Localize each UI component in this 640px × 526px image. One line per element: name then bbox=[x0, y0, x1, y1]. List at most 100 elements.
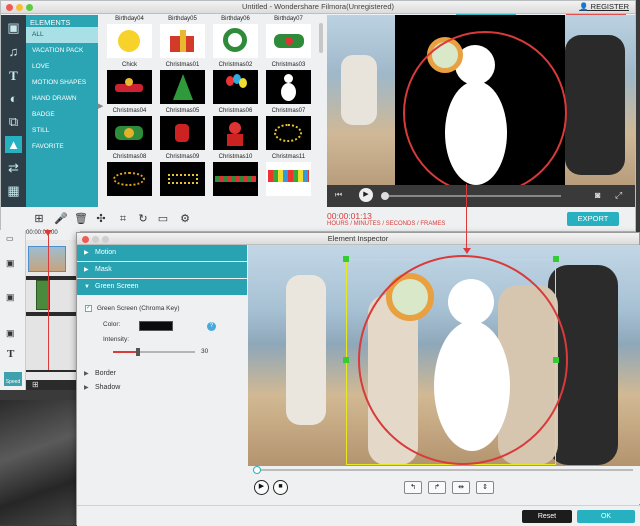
green-screen-checkbox-label: Green Screen (Chroma Key) bbox=[96, 305, 180, 313]
category-hand-drawn[interactable]: HAND DRAWN bbox=[26, 91, 98, 107]
reset-button[interactable]: Reset bbox=[522, 510, 572, 523]
thumb-christmas07[interactable]: Christmas07 bbox=[266, 107, 311, 150]
ok-button[interactable]: OK bbox=[577, 510, 635, 523]
record-voice-icon[interactable]: 🎤 bbox=[54, 212, 68, 226]
delete-icon[interactable]: 🗑 bbox=[74, 212, 88, 226]
section-shadow[interactable]: ▶ Shadow bbox=[77, 381, 247, 395]
section-mask[interactable]: ▶ Mask bbox=[77, 262, 247, 278]
minimize-window-button[interactable] bbox=[92, 236, 99, 243]
category-favorite[interactable]: FAVORITE bbox=[26, 139, 98, 155]
thumb-image bbox=[160, 70, 205, 104]
speed-button[interactable]: Speed bbox=[4, 372, 22, 386]
snapshot-icon[interactable]: ◙ bbox=[595, 190, 600, 200]
zoom-window-button[interactable] bbox=[26, 4, 33, 11]
chevron-right-icon: ▶ bbox=[84, 371, 89, 377]
section-green-screen-label: Green Screen bbox=[95, 283, 139, 290]
prev-frame-icon[interactable]: ⏮ bbox=[335, 190, 342, 200]
help-icon[interactable]: ? bbox=[207, 322, 216, 331]
category-vacation-pack[interactable]: VACATION PACK bbox=[26, 43, 98, 59]
section-motion[interactable]: ▶ Motion bbox=[77, 245, 247, 261]
color-picker-swatch[interactable] bbox=[139, 321, 173, 331]
resize-handle[interactable] bbox=[343, 357, 349, 363]
category-badge[interactable]: BADGE bbox=[26, 107, 98, 123]
thumb-christmas10[interactable]: Christmas10 bbox=[213, 153, 258, 196]
inspector-progress-track[interactable] bbox=[256, 469, 633, 471]
zoom-window-button[interactable] bbox=[102, 236, 109, 243]
resize-handle[interactable] bbox=[553, 256, 559, 262]
thumb-christmas09[interactable]: Christmas09 bbox=[160, 153, 205, 196]
rotate-icon[interactable]: ↻ bbox=[136, 212, 150, 226]
thumb-christmas05[interactable]: Christmas05 bbox=[160, 107, 205, 150]
fullscreen-icon[interactable]: ⤢ bbox=[615, 190, 622, 201]
stop-icon[interactable]: ■ bbox=[273, 480, 288, 495]
category-still[interactable]: STILL bbox=[26, 123, 98, 139]
intensity-label: Intensity: bbox=[103, 336, 130, 343]
playhead[interactable] bbox=[48, 230, 49, 370]
inspector-progress-knob[interactable] bbox=[253, 466, 261, 474]
elements-icon[interactable]: ▲ bbox=[5, 136, 22, 153]
thumb-christmas06[interactable]: Christmas06 bbox=[213, 107, 258, 150]
rotate-right-icon[interactable]: ↱ bbox=[428, 481, 446, 494]
music-icon[interactable]: ♫ bbox=[5, 43, 22, 60]
thumb-chick[interactable]: Chick bbox=[107, 61, 152, 104]
grid-view-icon[interactable]: ⊞ bbox=[32, 380, 39, 389]
timeline-scrollbar[interactable] bbox=[26, 372, 80, 380]
export-button[interactable]: EXPORT bbox=[567, 212, 619, 226]
thumb-christmas11[interactable]: Christmas11 bbox=[266, 153, 311, 196]
collapse-panel-arrow-icon[interactable]: ▶ bbox=[98, 102, 103, 110]
thumb-birthday07[interactable]: Birthday07 bbox=[266, 15, 311, 58]
flip-horizontal-icon[interactable]: ⇹ bbox=[452, 481, 470, 494]
text-track-icon: T bbox=[7, 348, 15, 360]
video-clip[interactable] bbox=[28, 246, 66, 272]
playhead-handle-icon[interactable] bbox=[44, 230, 52, 236]
thumb-label: Christmas04 bbox=[112, 108, 147, 114]
play-icon[interactable]: ▶ bbox=[359, 188, 373, 202]
main-preview bbox=[327, 15, 635, 185]
thumb-birthday05[interactable]: Birthday05 bbox=[160, 15, 205, 58]
timecode-display: 00:00:01:13 HOURS / MINUTES / SECONDS / … bbox=[327, 211, 445, 227]
category-love[interactable]: LOVE bbox=[26, 59, 98, 75]
filter-icon[interactable]: ◐ bbox=[5, 90, 22, 107]
crop-icon[interactable]: ⌗ bbox=[116, 212, 130, 226]
thumb-birthday04[interactable]: Birthday04 bbox=[107, 15, 152, 58]
text-icon[interactable]: T bbox=[5, 67, 22, 84]
grid-scrollbar[interactable] bbox=[319, 23, 323, 53]
media-icon[interactable]: ▣ bbox=[5, 19, 22, 36]
minimize-window-button[interactable] bbox=[16, 4, 23, 11]
category-motion-shapes[interactable]: MOTION SHAPES bbox=[26, 75, 98, 91]
intensity-slider-knob[interactable] bbox=[136, 348, 140, 356]
section-border[interactable]: ▶ Border bbox=[77, 367, 247, 381]
green-screen-checkbox[interactable]: ✓ bbox=[85, 305, 92, 312]
category-all[interactable]: ALL bbox=[26, 27, 98, 43]
close-window-button[interactable] bbox=[82, 236, 89, 243]
thumb-christmas01[interactable]: Christmas01 bbox=[160, 61, 205, 104]
inspector-playback-controls: ▶ ■ ↰ ↱ ⇹ ⇕ bbox=[248, 466, 640, 504]
split-screen-icon[interactable]: ▦ bbox=[5, 182, 22, 199]
rotate-left-icon[interactable]: ↰ bbox=[404, 481, 422, 494]
thumb-christmas04[interactable]: Christmas04 bbox=[107, 107, 152, 150]
progress-knob[interactable] bbox=[381, 192, 389, 200]
effects-icon[interactable]: ✣ bbox=[94, 212, 108, 226]
settings-icon[interactable]: ⚙ bbox=[178, 212, 192, 226]
thumb-image bbox=[107, 162, 152, 196]
resize-handle[interactable] bbox=[343, 256, 349, 262]
overlay-icon[interactable]: ⧉ bbox=[5, 113, 22, 130]
section-green-screen[interactable]: ▼ Green Screen bbox=[77, 279, 247, 295]
progress-track[interactable] bbox=[381, 195, 561, 197]
thumb-christmas02[interactable]: Christmas02 bbox=[213, 61, 258, 104]
flip-vertical-icon[interactable]: ⇕ bbox=[476, 481, 494, 494]
thumb-image bbox=[160, 162, 205, 196]
green-screen-toggle[interactable]: ✓ Green Screen (Chroma Key) bbox=[85, 305, 180, 312]
screen-icon[interactable]: ▭ bbox=[156, 212, 170, 226]
bell-top-shape bbox=[125, 78, 133, 86]
play-icon[interactable]: ▶ bbox=[254, 480, 269, 495]
transition-icon[interactable]: ⇄ bbox=[5, 159, 22, 176]
highlight-circle bbox=[358, 255, 568, 465]
add-media-icon[interactable]: ⊞ bbox=[32, 212, 46, 226]
register-link[interactable]: 👤 REGISTER bbox=[579, 1, 629, 13]
berry-shape bbox=[285, 37, 293, 45]
thumb-birthday06[interactable]: Birthday06 bbox=[213, 15, 258, 58]
close-window-button[interactable] bbox=[6, 4, 13, 11]
thumb-christmas08[interactable]: Christmas08 bbox=[107, 153, 152, 196]
thumb-christmas03[interactable]: Christmas03 bbox=[266, 61, 311, 104]
